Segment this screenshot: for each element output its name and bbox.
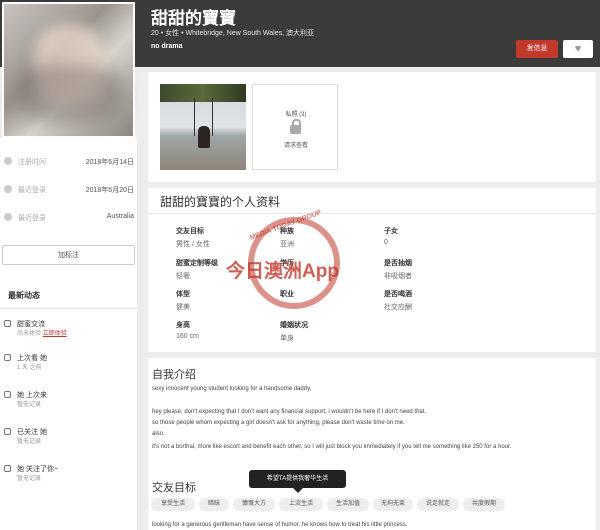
field-value: 轻奢: [176, 273, 190, 280]
field-label: 子女: [384, 228, 398, 235]
field-goal: 交友目标男性 / 女性: [176, 226, 210, 249]
divider: [0, 308, 137, 309]
field-label: 是否抽烟: [384, 260, 412, 267]
photo-gallery: 私照 (3) 请求查看: [148, 72, 596, 182]
info-row-last-login: 最近登录 2018年6月20日: [0, 180, 137, 200]
field-label: 是否喝酒: [384, 291, 412, 298]
activity-sub-text: 暂无记录: [17, 439, 42, 445]
goals-footer: looking for a generous gentleman have se…: [152, 522, 408, 528]
arrow-in-icon: [4, 391, 11, 398]
like-button[interactable]: ♥: [563, 40, 593, 58]
calendar-icon: [4, 185, 12, 193]
activity-sub: 尚未体验 立即体验: [17, 328, 67, 337]
profile-name: 甜甜的寶寶: [151, 9, 236, 28]
add-note-button[interactable]: 加标注: [2, 245, 135, 265]
activity-sub-text: 暂无记录: [17, 402, 42, 408]
field-value: 非吸烟者: [384, 273, 412, 280]
goal-chip[interactable]: 说走就走: [417, 498, 459, 511]
intro-line: sexy innocent young student looking for …: [152, 386, 312, 392]
send-message-button[interactable]: 发信息: [516, 40, 558, 58]
info-value: 2018年6月14日: [85, 159, 134, 166]
watermark-logo: MEDIA TODAY GROUP 今日澳洲App: [226, 209, 386, 322]
field-value: 单身: [280, 335, 294, 342]
intro-line: hey please, don't expecting that I don't…: [152, 409, 427, 415]
activity-sub-text: 暂无记录: [17, 476, 42, 482]
field-label: 甜蜜定制等级: [176, 260, 218, 267]
field-label: 体型: [176, 291, 190, 298]
private-photos-card[interactable]: 私照 (3) 请求查看: [252, 84, 338, 170]
info-row-registered: 注册时间 2018年6月14日: [0, 152, 137, 172]
heart-outline-icon: [4, 465, 11, 472]
goal-chip[interactable]: 无拘无束: [373, 498, 413, 511]
field-marital: 婚姻状况 单身: [280, 320, 308, 343]
field-value: 160 cm: [176, 333, 199, 340]
field-value: 男性 / 女性: [176, 241, 210, 248]
clock-icon: [4, 157, 12, 165]
field-children: 子女 0: [384, 226, 398, 246]
field-smoking: 是否抽烟 非吸烟者: [384, 258, 412, 281]
star-icon: [4, 428, 11, 435]
eye-icon: [4, 354, 11, 361]
avatar[interactable]: [2, 2, 135, 138]
goal-chip[interactable]: 享受生活: [151, 498, 195, 511]
try-now-link[interactable]: 立即体验: [43, 331, 67, 337]
activity-sub-text: 尚未体验: [17, 331, 42, 337]
watermark-main-text: 今日澳洲App: [226, 261, 339, 282]
field-value: 0: [384, 239, 388, 246]
intro-line: it's not a borthal, more like escort and…: [152, 444, 512, 450]
goals-title: 交友目标: [152, 482, 196, 494]
info-label: 最近登录: [18, 215, 46, 222]
lock-icon: [290, 119, 301, 134]
request-view-link[interactable]: 请求查看: [253, 140, 339, 149]
field-body: 体型 健美: [176, 289, 190, 312]
public-photo[interactable]: [160, 84, 246, 170]
field-value: 社交应酬: [384, 304, 412, 311]
field-value: 健美: [176, 304, 190, 311]
profile-subline: 20 • 女性 • Whitebridge, New South Wales, …: [151, 30, 314, 37]
info-row-location: 最近登录 Australia: [0, 208, 137, 228]
field-height: 身高 160 cm: [176, 320, 199, 340]
profile-tagline: no drama: [151, 43, 183, 50]
intro-line: also.: [152, 431, 165, 437]
goal-tooltip: 希望TA提供我奢华生活: [249, 470, 346, 493]
location-pin-icon: [4, 213, 12, 221]
intro-section: 自我介绍 sexy innocent young student looking…: [148, 358, 596, 530]
info-label: 最近登录: [18, 187, 46, 194]
chat-icon: [4, 320, 11, 327]
goal-chip[interactable]: 生活加值: [327, 498, 369, 511]
activity-sub-text: 1 天 之前: [17, 365, 42, 371]
heart-icon: ♥: [574, 43, 582, 55]
private-photos-label: 私照 (3): [285, 112, 307, 118]
goal-chip[interactable]: 上流生活: [279, 498, 323, 511]
info-value: Australia: [106, 213, 134, 220]
field-drinking: 是否喝酒 社交应酬: [384, 289, 412, 312]
sidebar: 注册时间 2018年6月14日 最近登录 2018年6月20日 最近登录 Aus…: [0, 138, 137, 530]
goal-chips: 享受生活 暗昧 慷慨大方 上流生活 生活加值 无拘无束 说走就走 共度假期: [151, 498, 596, 513]
goal-chip[interactable]: 慷慨大方: [233, 498, 275, 511]
details-title: 甜甜的寶寶的个人资料: [160, 195, 281, 209]
info-value: 2018年6月20日: [85, 187, 134, 194]
intro-line: so those people whom expecting a girl do…: [152, 420, 405, 426]
field-label: 身高: [176, 322, 190, 329]
field-level: 甜蜜定制等级 轻奢: [176, 258, 218, 281]
activity-title: 最新动态: [8, 291, 40, 300]
goal-chip[interactable]: 暗昧: [199, 498, 229, 511]
goal-chip[interactable]: 共度假期: [463, 498, 505, 511]
intro-title: 自我介绍: [152, 369, 196, 381]
field-label: 交友目标: [176, 228, 204, 235]
info-label: 注册时间: [18, 159, 46, 166]
